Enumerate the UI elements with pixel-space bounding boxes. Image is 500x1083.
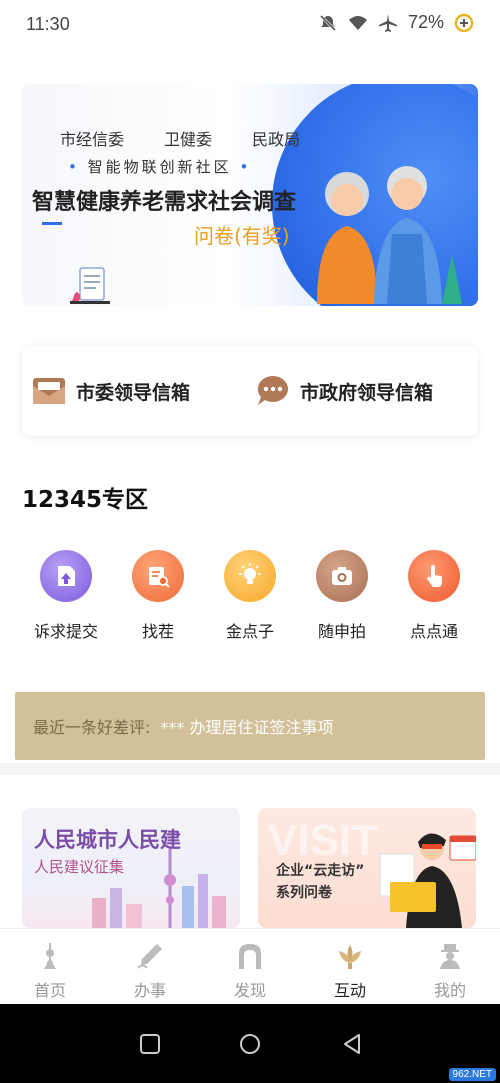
tab-home[interactable]: 首页	[0, 929, 100, 1004]
lightbulb-icon	[239, 563, 261, 584]
system-nav-bar: 962.NET	[0, 1004, 500, 1083]
service-label: 随申拍	[317, 622, 366, 641]
camera-icon	[332, 567, 352, 585]
banner-tag: 问卷(有奖)	[194, 224, 290, 248]
banner-accent-bar	[42, 222, 62, 225]
people-city-card[interactable]: 人民城市人民建 人民建议征集	[22, 808, 240, 928]
service-label: 金点子	[225, 622, 274, 641]
pen-icon	[137, 944, 162, 969]
mailbox-label: 市委领导信箱	[76, 381, 191, 404]
tab-discover[interactable]: 发现	[200, 929, 300, 1004]
agency-label: 市经信委	[60, 130, 125, 149]
battery-saver-icon	[454, 13, 474, 32]
tab-interact[interactable]: 互动	[300, 929, 400, 1004]
review-label: 最近一条好差评:	[33, 718, 151, 737]
airplane-icon	[378, 13, 397, 32]
tab-label: 互动	[333, 981, 366, 1000]
leader-mailbox-card: 市委领导信箱 市政府领导信箱	[22, 346, 478, 436]
arch-icon	[239, 944, 261, 969]
service-icon-bg	[316, 550, 368, 602]
service-golden-idea[interactable]: 金点子	[204, 550, 296, 642]
party-committee-mailbox-button[interactable]: 市委领导信箱	[30, 372, 190, 410]
status-bar: 11:30 72%	[0, 0, 500, 52]
card-subtitle: 人民建议征集	[34, 858, 125, 876]
tab-profile[interactable]: 我的	[400, 929, 500, 1004]
envelope-icon	[33, 378, 65, 404]
service-find-fault[interactable]: 找茬	[112, 550, 204, 642]
banner-subtitle: • 智能物联创新社区 •	[68, 158, 252, 176]
service-icon-bg	[40, 550, 92, 602]
businessman-illustration	[379, 833, 476, 928]
service-icon-bg	[408, 550, 460, 602]
enterprise-visit-card[interactable]: VISIT 企业“云走访” 系列问卷	[258, 808, 476, 928]
tab-label: 我的	[433, 981, 466, 1000]
battery-percent: 72%	[407, 12, 444, 32]
status-icons: 72%	[318, 12, 474, 33]
recent-apps-icon[interactable]	[138, 1032, 162, 1056]
tab-label: 办事	[133, 981, 166, 1000]
tab-services[interactable]: 办事	[100, 929, 200, 1004]
section-title: 12345专区	[22, 487, 149, 513]
section-divider	[0, 763, 500, 775]
watermark-logo: 962.NET	[448, 1068, 496, 1081]
wifi-icon	[348, 15, 367, 30]
mailbox-label: 市政府领导信箱	[300, 381, 434, 404]
status-time: 11:30	[26, 14, 70, 34]
home-circle-icon[interactable]	[238, 1032, 262, 1056]
agency-label: 民政局	[251, 130, 300, 149]
card-subtitle: 系列问卷	[276, 885, 332, 901]
agency-label: 卫健委	[163, 130, 212, 149]
service-icon-bg	[132, 550, 184, 602]
card-background-text: VISIT	[268, 816, 379, 865]
service-label: 点点通	[409, 622, 458, 641]
service-snap-report[interactable]: 随申拍	[296, 550, 388, 642]
bottom-tab-bar: 首页 办事 发现 互动 我的	[0, 928, 500, 1004]
elderly-couple-illustration	[317, 166, 462, 304]
service-click-through[interactable]: 点点通	[388, 550, 480, 642]
banner-title: 智慧健康养老需求社会调查	[32, 190, 297, 215]
card-title: 企业“云走访”	[276, 863, 365, 879]
banner-agencies: 市经信委 卫健委 民政局	[60, 126, 300, 150]
upload-icon	[58, 566, 75, 586]
person-hat-icon	[440, 944, 460, 969]
tab-label: 首页	[33, 981, 66, 1000]
service-label: 找茬	[141, 622, 174, 641]
survey-banner[interactable]: 市经信委 卫健委 民政局 • 智能物联创新社区 • 智慧健康养老需求社会调查 问…	[22, 84, 478, 306]
card-title: 人民城市人民建	[34, 828, 181, 852]
service-submit-request[interactable]: 诉求提交	[20, 550, 112, 642]
service-label: 诉求提交	[33, 622, 98, 641]
mute-icon	[319, 14, 337, 31]
flower-icon	[339, 945, 361, 969]
chat-bubble-icon	[257, 375, 288, 405]
service-icon-bg	[224, 550, 276, 602]
document-illustration-icon	[70, 267, 110, 304]
search-doc-icon	[149, 567, 170, 588]
review-text: *** 办理居住证签注事项	[160, 718, 334, 737]
government-mailbox-button[interactable]: 市政府领导信箱	[254, 372, 433, 410]
back-triangle-icon[interactable]	[340, 1032, 364, 1056]
latest-review-bar[interactable]: 最近一条好差评: *** 办理居住证签注事项	[15, 692, 485, 760]
home-tower-icon	[44, 943, 56, 969]
tab-label: 发现	[233, 981, 266, 1000]
tap-icon	[426, 565, 442, 587]
service-grid: 诉求提交 找茬 金点子 随申拍 点点通	[20, 550, 480, 642]
